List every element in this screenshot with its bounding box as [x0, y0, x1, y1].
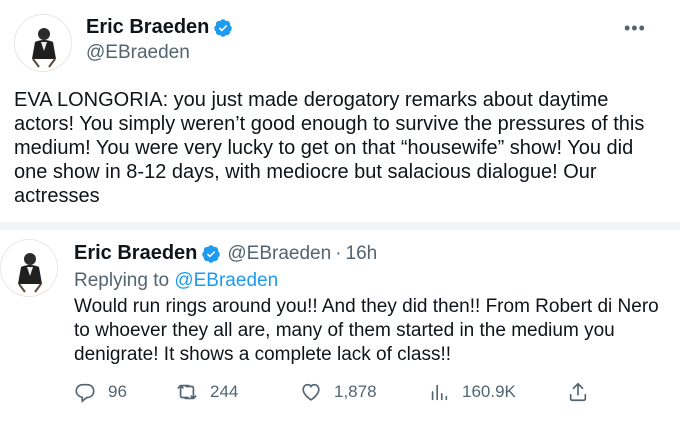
author-name-row[interactable]: Eric Braeden	[86, 16, 233, 39]
views-button[interactable]: 160.9K	[428, 381, 516, 403]
views-icon	[431, 384, 448, 401]
verified-badge-icon	[202, 244, 221, 263]
verified-badge-icon	[214, 18, 233, 37]
author-name[interactable]: Eric Braeden	[86, 16, 209, 39]
retweet-count: 244	[210, 382, 239, 401]
avatar[interactable]	[14, 14, 72, 72]
action-bar: 96 244 1,878 160.9K	[74, 381, 594, 409]
divider	[0, 222, 680, 230]
like-icon	[302, 383, 320, 401]
reply-avatar[interactable]	[0, 239, 58, 297]
tweet-text: EVA LONGORIA: you just made derogatory r…	[14, 89, 645, 207]
reply-author-handle[interactable]: @EBraeden	[227, 243, 331, 265]
avatar-image	[1, 240, 57, 296]
author-handle[interactable]: @EBraeden	[86, 42, 190, 64]
replying-prefix: Replying to	[74, 270, 175, 291]
timestamp[interactable]: 16h	[346, 243, 378, 265]
reply-count: 96	[108, 382, 127, 401]
retweet-button[interactable]: 244	[176, 381, 238, 403]
separator-dot: ·	[335, 242, 342, 264]
like-count: 1,878	[334, 382, 377, 401]
main-tweet[interactable]: Eric Braeden @EBraeden ••• EVA LONGORIA:…	[0, 0, 680, 222]
retweet-icon	[177, 384, 197, 400]
views-count: 160.9K	[462, 382, 516, 401]
reply-icon	[75, 383, 95, 403]
reply-text: Would run rings around you!! And they di…	[74, 296, 659, 365]
more-icon[interactable]: •••	[624, 18, 646, 39]
reply-author-row: Eric Braeden @EBraeden · 16h	[74, 242, 377, 265]
share-button[interactable]	[567, 381, 589, 403]
reply-author-name[interactable]: Eric Braeden	[74, 242, 197, 265]
replying-to: Replying to @EBraeden	[74, 270, 278, 292]
replying-to-mention[interactable]: @EBraeden	[174, 270, 278, 291]
share-icon	[569, 382, 587, 402]
avatar-image	[15, 15, 71, 71]
reply-button[interactable]: 96	[74, 381, 127, 403]
like-button[interactable]: 1,878	[300, 381, 377, 403]
